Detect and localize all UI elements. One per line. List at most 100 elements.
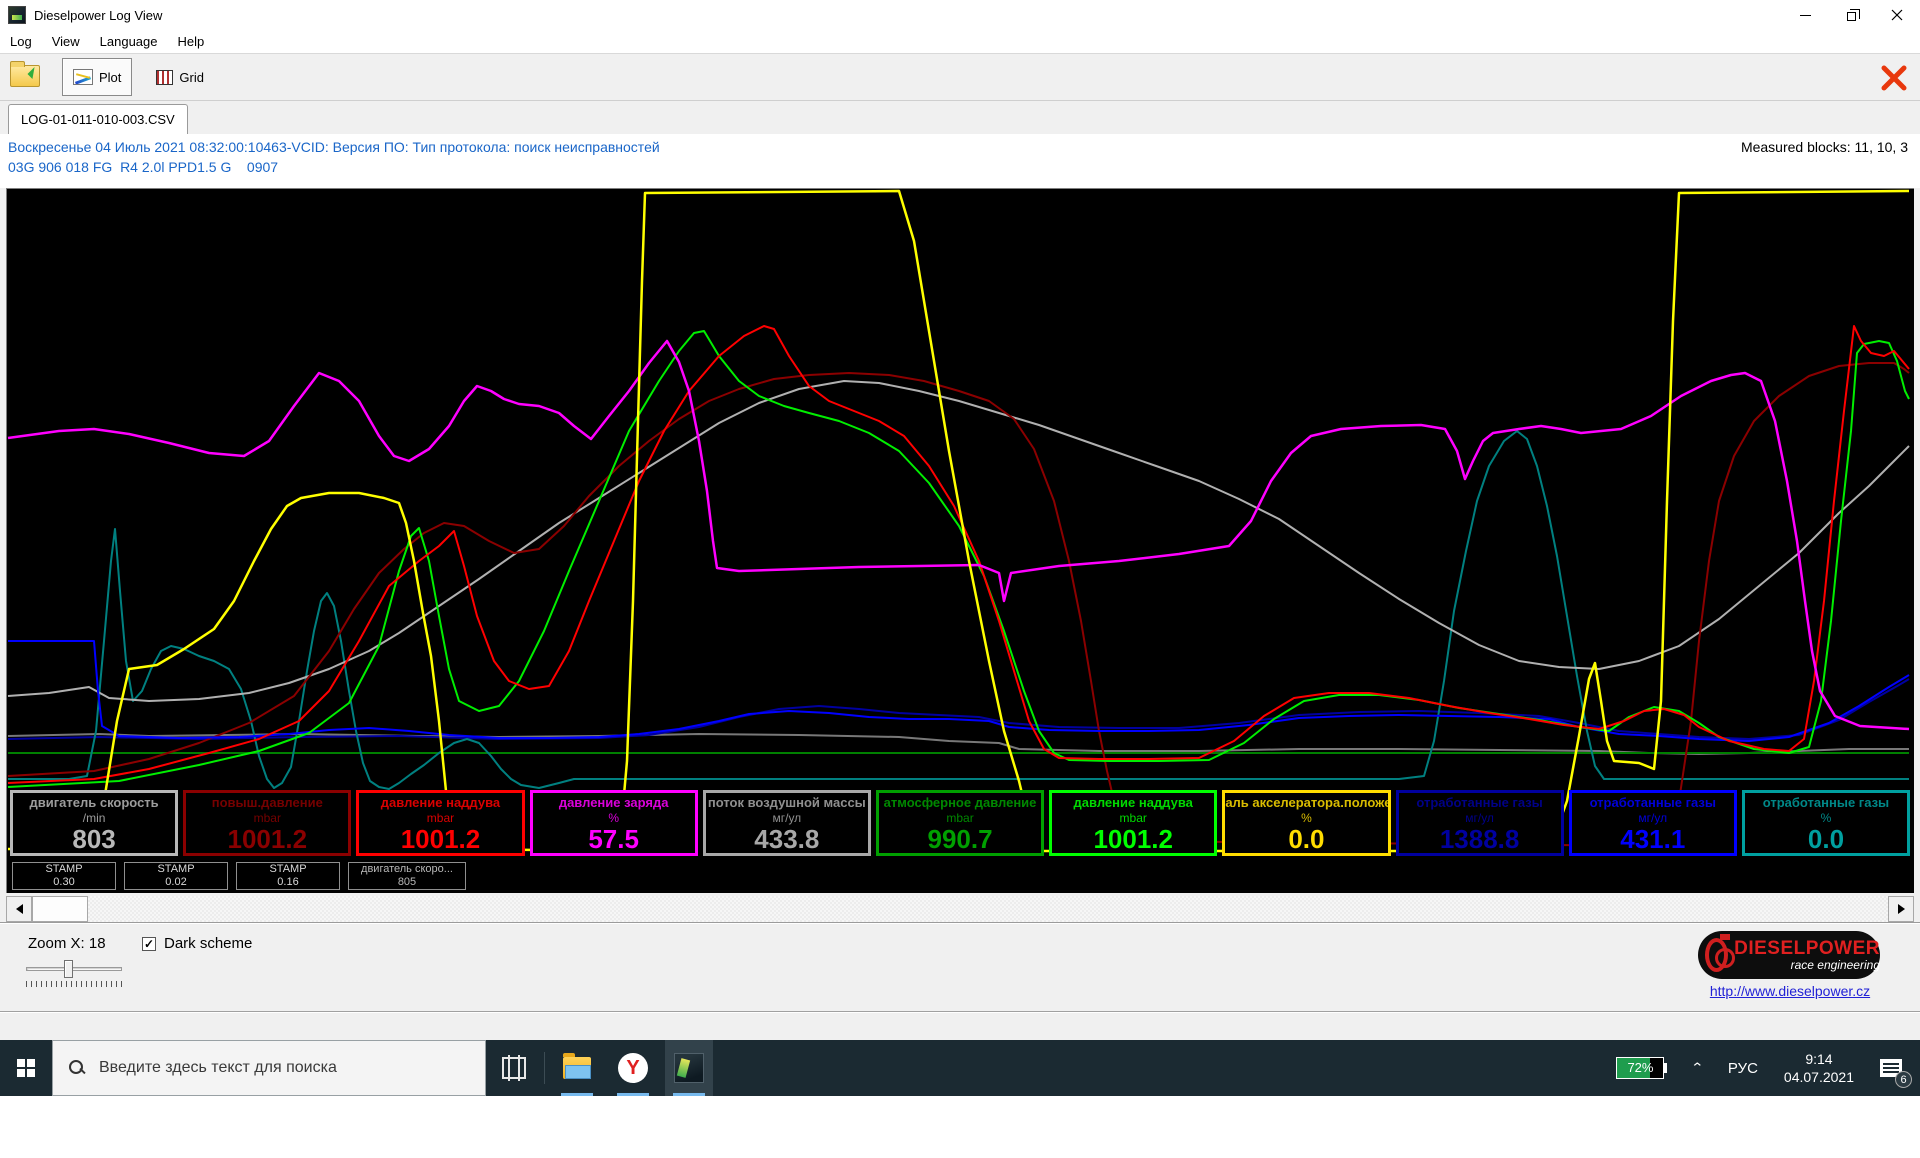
panel-divider: [0, 1011, 1920, 1013]
log-header-line2: 03G 906 018 FG R4 2.0l PPD1.5 G 0907: [8, 159, 278, 175]
turbo-icon: [1705, 938, 1728, 972]
red-x-icon: [1880, 64, 1908, 92]
dark-scheme-control[interactable]: ✓ Dark scheme: [142, 935, 252, 952]
plot-area[interactable]: [6, 188, 1914, 893]
scrollbar-track[interactable]: [88, 896, 1888, 922]
dieselpower-link[interactable]: http://www.dieselpower.cz: [1700, 983, 1880, 999]
series-charge-pressure: [8, 341, 1909, 729]
search-placeholder: Введите здесь текст для поиска: [99, 1059, 337, 1077]
channel-box-exhaust-gas-percent: отработанные газы % 0.0: [1742, 790, 1910, 856]
restore-button[interactable]: [1828, 0, 1874, 30]
minimize-button[interactable]: [1782, 0, 1828, 30]
language-indicator[interactable]: РУС: [1728, 1060, 1758, 1077]
close-button[interactable]: [1874, 0, 1920, 30]
channel-box-mass-air-flow: поток воздушной массы мг/ул 433.8: [703, 790, 871, 856]
scroll-right-button[interactable]: [1888, 896, 1914, 922]
channel-box-boost-pressure-2: давление наддува mbar 1001.2: [1049, 790, 1217, 856]
channel-box-exhaust-gas-2: отработанные газы мг/ул 431.1: [1569, 790, 1737, 856]
window-title: Dieselpower Log View: [34, 8, 162, 23]
app-icon: [8, 6, 26, 24]
channel-box-exhaust-gas-1: отработанные газы мг/ул 1388.8: [1396, 790, 1564, 856]
series-boost-request: [8, 363, 1909, 846]
zoom-slider-ticks: [26, 981, 124, 987]
dark-scheme-label: Dark scheme: [164, 935, 252, 952]
search-icon: [69, 1060, 85, 1076]
start-button[interactable]: [0, 1040, 52, 1096]
close-icon: [1891, 9, 1903, 21]
menu-log[interactable]: Log: [0, 31, 42, 52]
notification-badge: 6: [1895, 1071, 1912, 1088]
notification-center-button[interactable]: 6: [1868, 1040, 1914, 1096]
channel-box-charge-pressure: давление заряда % 57.5: [530, 790, 698, 856]
screen-bottom-margin: [0, 1096, 1920, 1158]
zoom-slider-track[interactable]: [26, 967, 122, 971]
dieselpower-app-icon: [674, 1053, 704, 1083]
taskbar-dieselpower-app[interactable]: [665, 1040, 713, 1096]
close-log-button[interactable]: [1876, 60, 1912, 96]
channel-box-boost-request: повыш.давление mbar 1001.2: [183, 790, 351, 856]
log-header-line1: Воскресенье 04 Июль 2021 08:32:00:10463-…: [8, 139, 660, 155]
log-info-area: Воскресенье 04 Июль 2021 08:32:00:10463-…: [0, 134, 1920, 188]
series-exhaust-gas-blue: [8, 641, 1909, 741]
plot-canvas[interactable]: [7, 189, 1913, 892]
yandex-icon: Y: [618, 1053, 648, 1083]
clock-time: 9:14: [1784, 1050, 1854, 1068]
logo-title: DIESELPOWER: [1734, 939, 1880, 959]
menubar: Log View Language Help: [0, 30, 1920, 53]
plot-tab-button[interactable]: Plot: [62, 58, 132, 96]
measured-blocks-label: Measured blocks: 11, 10, 3: [1741, 139, 1908, 155]
logo-subtitle: race engineering: [1791, 959, 1880, 972]
stamp-box-1: STAMP 0.30: [12, 862, 116, 890]
series-boost-pressure-red: [8, 326, 1909, 783]
open-log-button[interactable]: [4, 57, 48, 97]
series-exhaust-gas-navy: [8, 679, 1909, 739]
channel-box-boost-pressure: давление наддува mbar 1001.2: [356, 790, 524, 856]
scroll-left-icon: [16, 904, 23, 914]
channel-box-engine-speed: двигатель скорость /min 803: [10, 790, 178, 856]
channel-box-accelerator-position: аль акселератора.положе % 0.0: [1222, 790, 1390, 856]
scroll-left-button[interactable]: [6, 896, 32, 922]
dark-scheme-checkbox[interactable]: ✓: [142, 937, 156, 951]
grid-button-label: Grid: [179, 70, 204, 85]
bottom-panel: Zoom X: 18 ✓ Dark scheme DIESELPOWER rac…: [0, 922, 1920, 1040]
task-view-icon[interactable]: [502, 1057, 526, 1079]
tab-log-csv[interactable]: LOG-01-011-010-003.CSV: [8, 104, 188, 134]
clock-date: 04.07.2021: [1784, 1068, 1854, 1086]
stamp-box-3: STAMP 0.16: [236, 862, 340, 890]
tabstrip: LOG-01-011-010-003.CSV: [0, 102, 1920, 134]
menu-help[interactable]: Help: [168, 31, 215, 52]
screen: Dieselpower Log View Log View Language H…: [0, 0, 1920, 1158]
taskbar-yandex-browser[interactable]: Y: [609, 1040, 657, 1096]
open-folder-icon: [10, 65, 40, 87]
grid-tab-button[interactable]: Grid: [146, 58, 214, 96]
menu-view[interactable]: View: [42, 31, 90, 52]
series-exhaust-gas-teal: [8, 431, 1909, 789]
stamp-box-2: STAMP 0.02: [124, 862, 228, 890]
toolbar: Plot Grid: [0, 53, 1920, 101]
channel-box-atmospheric-pressure: атмосферное давление mbar 990.7: [876, 790, 1044, 856]
taskbar: Введите здесь текст для поиска Y 72% ⌃ Р…: [0, 1040, 1920, 1096]
titlebar: Dieselpower Log View: [0, 0, 1920, 30]
restore-icon: [1847, 12, 1856, 21]
clock[interactable]: 9:14 04.07.2021: [1784, 1050, 1854, 1086]
plot-hscrollbar[interactable]: [6, 896, 1914, 922]
plot-icon: [73, 69, 93, 85]
minimize-icon: [1800, 15, 1811, 16]
taskbar-file-explorer[interactable]: [553, 1040, 601, 1096]
file-explorer-icon: [563, 1057, 591, 1079]
dieselpower-logo: DIESELPOWER race engineering: [1698, 931, 1880, 979]
scroll-right-icon: [1898, 904, 1905, 914]
stamp-row: STAMP 0.30 STAMP 0.02 STAMP 0.16 двигате…: [12, 862, 466, 890]
plot-button-label: Plot: [99, 70, 121, 85]
scrollbar-thumb[interactable]: [32, 896, 88, 922]
tray-chevron-icon[interactable]: ⌃: [1690, 1060, 1703, 1076]
menu-language[interactable]: Language: [90, 31, 168, 52]
taskbar-search-input[interactable]: Введите здесь текст для поиска: [52, 1040, 486, 1096]
taskbar-separator: [544, 1052, 545, 1084]
battery-indicator[interactable]: 72%: [1616, 1057, 1664, 1079]
channel-row: двигатель скорость /min 803 повыш.давлен…: [10, 790, 1910, 856]
zoom-slider-thumb[interactable]: [64, 960, 73, 978]
zoom-x-label: Zoom X: 18: [28, 935, 106, 952]
grid-icon: [156, 70, 173, 85]
stamp-box-engine-speed: двигатель скоро... 805: [348, 862, 466, 890]
